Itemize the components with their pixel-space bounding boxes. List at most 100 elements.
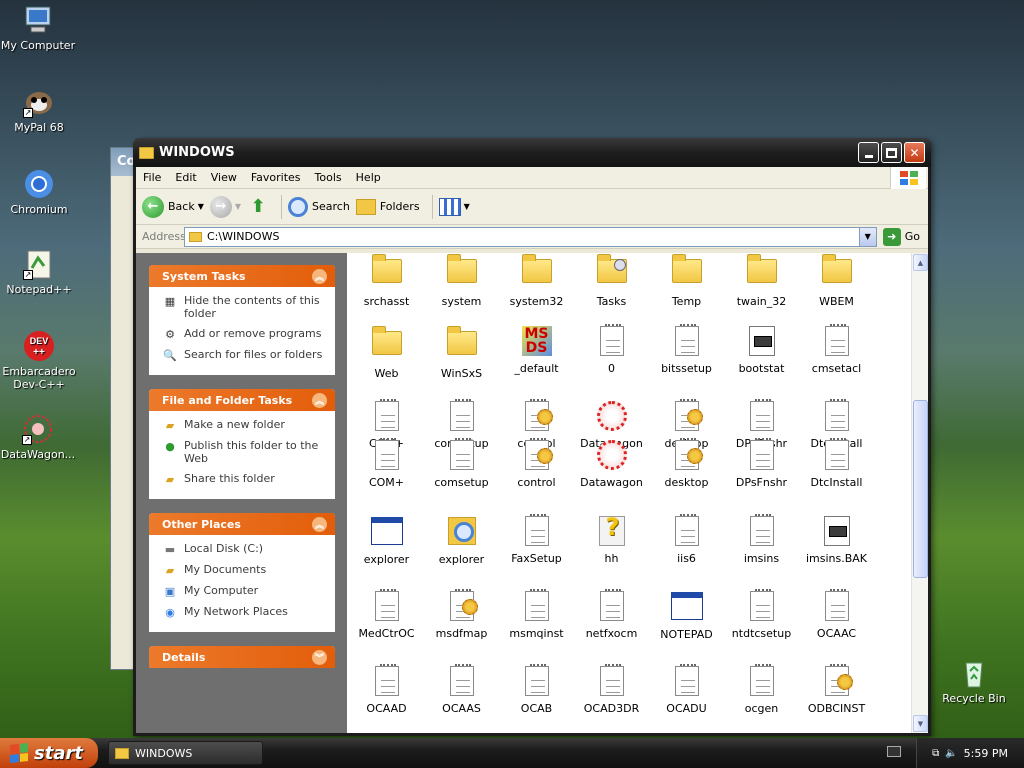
file-item[interactable]: system: [424, 253, 499, 308]
go-button[interactable]: ➜ Go: [882, 227, 920, 246]
file-item[interactable]: twain_32: [724, 253, 799, 308]
file-item[interactable]: explorer: [349, 515, 424, 566]
menu-view[interactable]: View: [204, 171, 244, 184]
desktop-icon-devcpp[interactable]: DEV ++ Embarcadero Dev-C++: [0, 330, 79, 391]
file-item[interactable]: imsins.BAK: [799, 515, 874, 565]
file-item[interactable]: OCADU: [649, 664, 724, 715]
file-item[interactable]: Temp: [649, 253, 724, 308]
scroll-up-button[interactable]: ▲: [913, 254, 928, 271]
maximize-button[interactable]: [881, 142, 902, 163]
chevron-up-icon[interactable]: ︽: [312, 268, 327, 284]
minimize-button[interactable]: [858, 142, 879, 163]
file-item[interactable]: OCAD3DR: [574, 664, 649, 715]
desktop-icon-my-computer[interactable]: My Computer: [0, 4, 78, 52]
file-item[interactable]: DtcInstall: [799, 438, 874, 489]
chevron-down-icon[interactable]: ▼: [198, 202, 204, 211]
chevron-down-icon[interactable]: ▼: [858, 227, 876, 246]
views-button[interactable]: ▼: [438, 197, 470, 216]
system-tasks-header[interactable]: System Tasks ︽: [149, 265, 335, 287]
desktop-icon-chromium[interactable]: Chromium: [0, 168, 79, 216]
chevron-down-icon[interactable]: ▼: [235, 202, 241, 211]
clock[interactable]: 5:59 PM: [964, 747, 1008, 760]
file-item[interactable]: desktop: [649, 438, 724, 489]
file-item[interactable]: Tasks: [574, 253, 649, 308]
menu-edit[interactable]: Edit: [168, 171, 203, 184]
volume-icon[interactable]: 🔈: [945, 748, 957, 759]
up-button[interactable]: ⬆: [247, 196, 269, 218]
file-item[interactable]: imsins: [724, 514, 799, 565]
details-header[interactable]: Details ︾: [149, 646, 335, 668]
file-item[interactable]: WBEM: [799, 253, 874, 308]
chevron-down-icon[interactable]: ︾: [312, 649, 327, 665]
file-item[interactable]: MS DS _default: [499, 325, 574, 375]
file-item[interactable]: OCAAD: [349, 664, 424, 715]
scroll-thumb[interactable]: [913, 400, 928, 578]
file-item[interactable]: srchasst: [349, 253, 424, 308]
file-item[interactable]: WinSxS: [424, 325, 499, 380]
desktop-icon-recycle-bin[interactable]: Recycle Bin: [934, 657, 1014, 705]
chevron-up-icon[interactable]: ︽: [312, 392, 327, 408]
file-item[interactable]: OCAAC: [799, 589, 874, 640]
scroll-down-button[interactable]: ▼: [913, 715, 928, 732]
place-local-disk[interactable]: ▬ Local Disk (C:): [162, 542, 326, 556]
desktop-icon-datawagon[interactable]: ↗ DataWagon...: [0, 413, 78, 461]
task-search-files[interactable]: 🔍 Search for files or folders: [162, 348, 326, 362]
close-button[interactable]: ✕: [904, 142, 925, 163]
start-button[interactable]: start: [0, 738, 98, 768]
task-share-folder[interactable]: ▰ Share this folder: [162, 472, 326, 486]
file-item[interactable]: Datawagon: [574, 439, 649, 489]
file-item[interactable]: msmqinst: [499, 589, 574, 640]
file-item[interactable]: 0: [574, 324, 649, 375]
file-item[interactable]: ntdtcsetup: [724, 589, 799, 640]
menu-favorites[interactable]: Favorites: [244, 171, 308, 184]
file-item[interactable]: ocgen: [724, 664, 799, 715]
network-icon[interactable]: ⧉: [932, 748, 939, 759]
file-item[interactable]: hh: [574, 513, 649, 565]
file-item[interactable]: OCAAS: [424, 664, 499, 715]
file-item[interactable]: system32: [499, 253, 574, 308]
file-item[interactable]: iis6: [649, 514, 724, 565]
file-item[interactable]: FaxSetup: [499, 514, 574, 565]
explorer-window[interactable]: WINDOWS ✕ File Edit View Favorites Tools…: [133, 138, 931, 736]
file-item[interactable]: cmsetacl: [799, 324, 874, 375]
vertical-scrollbar[interactable]: ▲ ▼: [911, 253, 928, 733]
task-hide-contents[interactable]: ▦ Hide the contents of this folder: [162, 294, 326, 320]
menu-help[interactable]: Help: [349, 171, 388, 184]
menu-tools[interactable]: Tools: [308, 171, 349, 184]
file-item[interactable]: MedCtrOC: [349, 589, 424, 640]
file-item[interactable]: NOTEPAD: [649, 590, 724, 641]
file-folder-tasks-header[interactable]: File and Folder Tasks ︽: [149, 389, 335, 411]
task-new-folder[interactable]: ▰ Make a new folder: [162, 418, 326, 432]
forward-button[interactable]: → ▼: [209, 195, 241, 218]
file-item[interactable]: COM+: [349, 438, 424, 489]
title-bar[interactable]: WINDOWS ✕: [133, 138, 931, 167]
desktop-icon-mypal[interactable]: ↗ MyPal 68: [0, 86, 79, 134]
task-publish-web[interactable]: ● Publish this folder to the Web: [162, 439, 326, 465]
search-button[interactable]: Search: [288, 196, 350, 217]
chevron-down-icon[interactable]: ▼: [464, 202, 470, 211]
file-item[interactable]: msdfmap: [424, 589, 499, 640]
file-item[interactable]: netfxocm: [574, 589, 649, 640]
place-my-network[interactable]: ◉ My Network Places: [162, 605, 326, 619]
file-item[interactable]: control: [499, 438, 574, 489]
folders-button[interactable]: Folders: [355, 198, 420, 215]
keyboard-icon[interactable]: [887, 746, 901, 757]
other-places-header[interactable]: Other Places ︽: [149, 513, 335, 535]
file-item[interactable]: DPsFnshr: [724, 438, 799, 489]
place-my-computer[interactable]: ▣ My Computer: [162, 584, 326, 598]
taskbar-item-windows[interactable]: WINDOWS: [108, 741, 263, 765]
place-my-documents[interactable]: ▰ My Documents: [162, 563, 326, 577]
file-item[interactable]: bootstat: [724, 325, 799, 375]
file-item[interactable]: OCAB: [499, 664, 574, 715]
address-input[interactable]: C:\WINDOWS ▼: [184, 226, 877, 247]
task-add-remove-programs[interactable]: ⚙ Add or remove programs: [162, 327, 326, 341]
file-item[interactable]: comsetup: [424, 438, 499, 489]
chevron-up-icon[interactable]: ︽: [312, 516, 327, 532]
file-item[interactable]: ODBCINST: [799, 664, 874, 715]
back-button[interactable]: ← Back ▼: [142, 195, 204, 218]
file-item[interactable]: Web: [349, 325, 424, 380]
menu-file[interactable]: File: [136, 171, 168, 184]
file-item[interactable]: explorer: [424, 515, 499, 566]
file-item[interactable]: bitssetup: [649, 324, 724, 375]
desktop-icon-notepadpp[interactable]: ↗ Notepad++: [0, 248, 79, 296]
